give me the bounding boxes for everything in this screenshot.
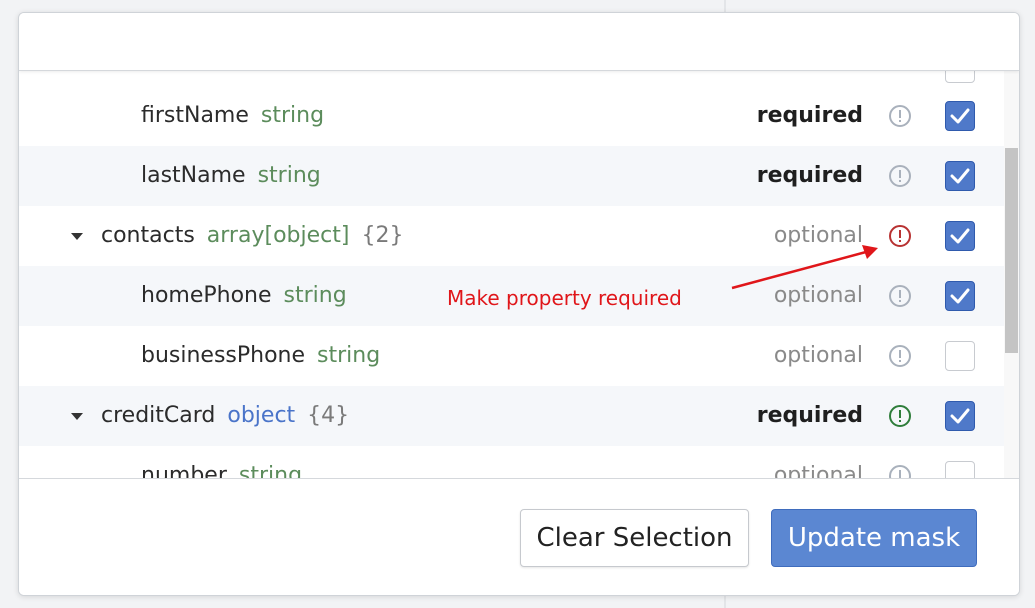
- expand-caret-icon[interactable]: [71, 233, 83, 240]
- update-mask-button[interactable]: Update mask: [771, 509, 977, 567]
- check-icon: [950, 288, 970, 304]
- include-checkbox[interactable]: [945, 461, 975, 478]
- property-row-creditcard: creditCard object {4} required: [19, 386, 1019, 446]
- exclamation-circle-icon[interactable]: [888, 164, 912, 188]
- property-type: string: [317, 343, 381, 368]
- check-icon: [950, 168, 970, 184]
- property-type: object: [227, 403, 296, 428]
- property-type: string: [238, 463, 303, 478]
- exclamation-circle-icon[interactable]: [888, 284, 912, 308]
- exclamation-circle-icon[interactable]: [888, 344, 912, 368]
- hidden-row-checkbox[interactable]: [945, 71, 975, 83]
- property-type: string: [260, 103, 325, 128]
- check-icon: [950, 408, 970, 424]
- child-count: {4}: [307, 403, 350, 428]
- exclamation-circle-icon[interactable]: [888, 224, 912, 248]
- property-row-businessphone: businessPhone string optional: [19, 326, 1019, 386]
- clear-selection-button[interactable]: Clear Selection: [520, 509, 749, 567]
- scrollbar-thumb[interactable]: [1005, 148, 1018, 353]
- include-checkbox[interactable]: [945, 101, 975, 131]
- exclamation-circle-icon[interactable]: [888, 404, 912, 428]
- optional-status[interactable]: optional: [774, 446, 863, 478]
- popover-footer: Clear Selection Update mask: [19, 478, 1019, 595]
- check-icon: [950, 108, 970, 124]
- annotation-text: Make property required: [447, 286, 682, 310]
- optional-status[interactable]: optional: [774, 326, 863, 386]
- include-checkbox[interactable]: [945, 341, 975, 371]
- property-row-firstname: firstName string required: [19, 86, 1019, 146]
- required-status[interactable]: required: [757, 86, 863, 146]
- required-status[interactable]: required: [757, 146, 863, 206]
- include-checkbox[interactable]: [945, 401, 975, 431]
- property-type: array[object]: [206, 223, 350, 248]
- include-checkbox[interactable]: [945, 161, 975, 191]
- expand-caret-icon[interactable]: [71, 413, 83, 420]
- property-type: string: [283, 283, 347, 308]
- include-checkbox[interactable]: [945, 281, 975, 311]
- popover-header: [19, 13, 1019, 71]
- property-name: number: [141, 463, 227, 478]
- exclamation-circle-icon[interactable]: [888, 104, 912, 128]
- property-type: string: [257, 163, 321, 188]
- property-name: creditCard: [101, 403, 216, 428]
- property-name: contacts: [101, 223, 195, 248]
- property-row-lastname: lastName string required: [19, 146, 1019, 206]
- annotation-arrow-icon: [731, 245, 878, 290]
- child-count: {2}: [361, 223, 404, 248]
- property-name: homePhone: [141, 283, 272, 308]
- property-name: firstName: [141, 103, 249, 128]
- property-row-number: number string optional: [19, 446, 1019, 478]
- property-name: businessPhone: [141, 343, 306, 368]
- include-checkbox[interactable]: [945, 221, 975, 251]
- check-icon: [950, 228, 970, 244]
- property-name: lastName: [141, 163, 246, 188]
- required-status[interactable]: required: [757, 386, 863, 446]
- exclamation-circle-icon[interactable]: [888, 464, 912, 478]
